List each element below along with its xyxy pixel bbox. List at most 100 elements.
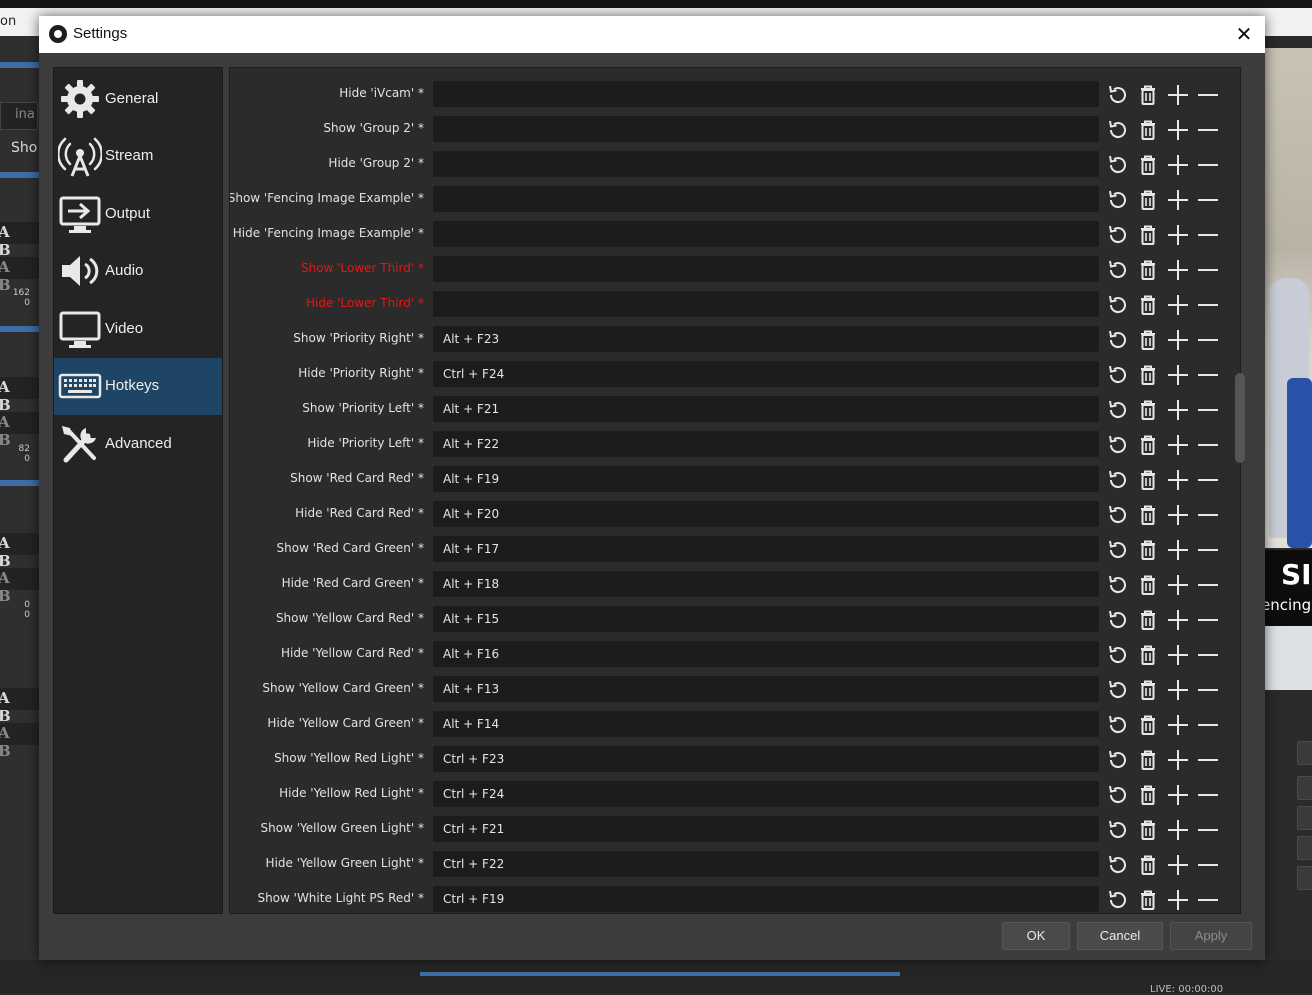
plus-hotkey-button[interactable] [1166, 888, 1190, 912]
trash-hotkey-button[interactable] [1136, 853, 1160, 877]
sidebar-item-hotkeys[interactable]: Hotkeys [54, 358, 222, 415]
minus-hotkey-button[interactable] [1196, 153, 1220, 177]
scrollbar-thumb[interactable] [1235, 373, 1245, 463]
minus-hotkey-button[interactable] [1196, 643, 1220, 667]
plus-hotkey-button[interactable] [1166, 678, 1190, 702]
minus-hotkey-button[interactable] [1196, 118, 1220, 142]
revert-hotkey-button[interactable] [1106, 678, 1130, 702]
revert-hotkey-button[interactable] [1106, 153, 1130, 177]
revert-hotkey-button[interactable] [1106, 188, 1130, 212]
revert-hotkey-button[interactable] [1106, 538, 1130, 562]
revert-hotkey-button[interactable] [1106, 888, 1130, 912]
minus-hotkey-button[interactable] [1196, 398, 1220, 422]
trash-hotkey-button[interactable] [1136, 748, 1160, 772]
revert-hotkey-button[interactable] [1106, 433, 1130, 457]
sidebar-item-stream[interactable]: Stream [54, 128, 222, 185]
hotkey-input[interactable] [433, 116, 1099, 142]
trash-hotkey-button[interactable] [1136, 818, 1160, 842]
minus-hotkey-button[interactable] [1196, 783, 1220, 807]
cancel-button[interactable]: Cancel [1077, 922, 1163, 950]
plus-hotkey-button[interactable] [1166, 118, 1190, 142]
trash-hotkey-button[interactable] [1136, 888, 1160, 912]
minus-hotkey-button[interactable] [1196, 258, 1220, 282]
revert-hotkey-button[interactable] [1106, 853, 1130, 877]
minus-hotkey-button[interactable] [1196, 468, 1220, 492]
hotkey-input[interactable]: Alt + F18 [433, 571, 1099, 597]
trash-hotkey-button[interactable] [1136, 188, 1160, 212]
plus-hotkey-button[interactable] [1166, 188, 1190, 212]
hotkey-input[interactable]: Alt + F21 [433, 396, 1099, 422]
minus-hotkey-button[interactable] [1196, 608, 1220, 632]
revert-hotkey-button[interactable] [1106, 363, 1130, 387]
minus-hotkey-button[interactable] [1196, 188, 1220, 212]
plus-hotkey-button[interactable] [1166, 643, 1190, 667]
sidebar-item-output[interactable]: Output [54, 186, 222, 243]
hotkey-input[interactable] [433, 151, 1099, 177]
ok-button[interactable]: OK [1002, 922, 1070, 950]
hotkey-input[interactable]: Ctrl + F24 [433, 361, 1099, 387]
minus-hotkey-button[interactable] [1196, 293, 1220, 317]
plus-hotkey-button[interactable] [1166, 818, 1190, 842]
hotkey-input[interactable] [433, 256, 1099, 282]
revert-hotkey-button[interactable] [1106, 223, 1130, 247]
revert-hotkey-button[interactable] [1106, 503, 1130, 527]
hotkey-input[interactable]: Alt + F20 [433, 501, 1099, 527]
hotkey-input[interactable] [433, 81, 1099, 107]
hotkey-input[interactable]: Alt + F19 [433, 466, 1099, 492]
hotkey-input[interactable]: Alt + F15 [433, 606, 1099, 632]
sidebar-item-advanced[interactable]: Advanced [54, 416, 222, 473]
hotkey-input[interactable]: Ctrl + F21 [433, 816, 1099, 842]
minus-hotkey-button[interactable] [1196, 853, 1220, 877]
hotkey-input[interactable] [433, 221, 1099, 247]
revert-hotkey-button[interactable] [1106, 293, 1130, 317]
trash-hotkey-button[interactable] [1136, 608, 1160, 632]
minus-hotkey-button[interactable] [1196, 503, 1220, 527]
revert-hotkey-button[interactable] [1106, 328, 1130, 352]
plus-hotkey-button[interactable] [1166, 853, 1190, 877]
plus-hotkey-button[interactable] [1166, 713, 1190, 737]
sidebar-item-general[interactable]: General [54, 71, 222, 128]
trash-hotkey-button[interactable] [1136, 433, 1160, 457]
plus-hotkey-button[interactable] [1166, 328, 1190, 352]
hotkey-input[interactable] [433, 186, 1099, 212]
trash-hotkey-button[interactable] [1136, 223, 1160, 247]
trash-hotkey-button[interactable] [1136, 258, 1160, 282]
hotkey-input[interactable]: Ctrl + F22 [433, 851, 1099, 877]
plus-hotkey-button[interactable] [1166, 468, 1190, 492]
plus-hotkey-button[interactable] [1166, 573, 1190, 597]
plus-hotkey-button[interactable] [1166, 258, 1190, 282]
apply-button[interactable]: Apply [1170, 922, 1252, 950]
minus-hotkey-button[interactable] [1196, 83, 1220, 107]
trash-hotkey-button[interactable] [1136, 503, 1160, 527]
plus-hotkey-button[interactable] [1166, 223, 1190, 247]
revert-hotkey-button[interactable] [1106, 818, 1130, 842]
plus-hotkey-button[interactable] [1166, 783, 1190, 807]
revert-hotkey-button[interactable] [1106, 468, 1130, 492]
trash-hotkey-button[interactable] [1136, 398, 1160, 422]
sidebar-item-audio[interactable]: Audio [54, 243, 222, 300]
minus-hotkey-button[interactable] [1196, 573, 1220, 597]
minus-hotkey-button[interactable] [1196, 363, 1220, 387]
plus-hotkey-button[interactable] [1166, 433, 1190, 457]
revert-hotkey-button[interactable] [1106, 748, 1130, 772]
minus-hotkey-button[interactable] [1196, 888, 1220, 912]
plus-hotkey-button[interactable] [1166, 748, 1190, 772]
hotkey-input[interactable]: Alt + F23 [433, 326, 1099, 352]
revert-hotkey-button[interactable] [1106, 398, 1130, 422]
sidebar-item-video[interactable]: Video [54, 301, 222, 358]
revert-hotkey-button[interactable] [1106, 608, 1130, 632]
hotkey-input[interactable]: Ctrl + F24 [433, 781, 1099, 807]
trash-hotkey-button[interactable] [1136, 713, 1160, 737]
plus-hotkey-button[interactable] [1166, 293, 1190, 317]
hotkey-input[interactable]: Alt + F16 [433, 641, 1099, 667]
trash-hotkey-button[interactable] [1136, 363, 1160, 387]
hotkeys-panel[interactable]: Hide 'iVcam' * Show 'Group 2' * Hide 'Grou… [229, 67, 1241, 914]
plus-hotkey-button[interactable] [1166, 538, 1190, 562]
hotkey-input[interactable]: Alt + F17 [433, 536, 1099, 562]
hotkey-input[interactable]: Ctrl + F23 [433, 746, 1099, 772]
hotkey-input[interactable]: Alt + F22 [433, 431, 1099, 457]
hotkey-input[interactable] [433, 291, 1099, 317]
revert-hotkey-button[interactable] [1106, 573, 1130, 597]
trash-hotkey-button[interactable] [1136, 783, 1160, 807]
revert-hotkey-button[interactable] [1106, 118, 1130, 142]
